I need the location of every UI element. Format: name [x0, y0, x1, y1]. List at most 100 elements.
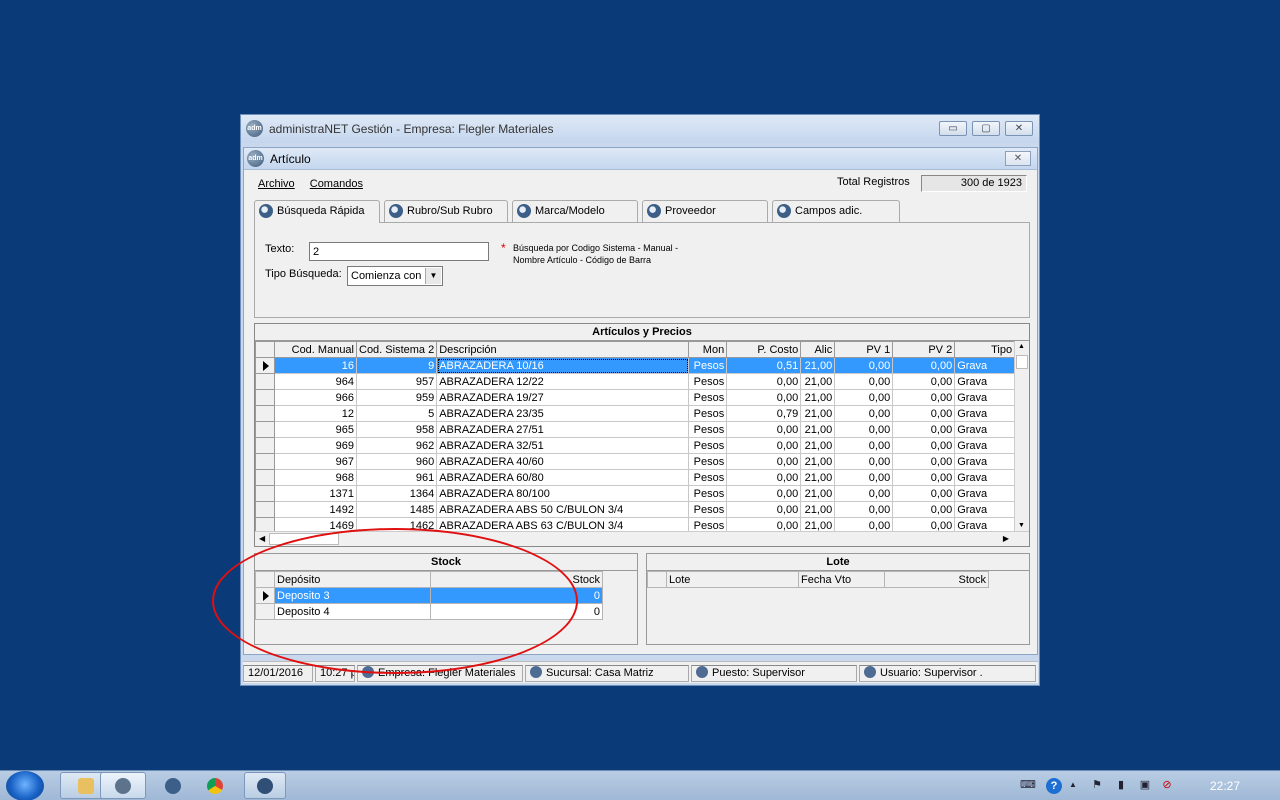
descripcion-cell[interactable]: ABRAZADERA 10/16	[436, 357, 690, 374]
minimize-button[interactable]: ▭	[939, 121, 967, 136]
power-icon[interactable]: ▣	[1138, 778, 1152, 792]
pv2-cell[interactable]: 0,00	[892, 469, 956, 486]
stock-cell[interactable]: 0	[430, 587, 603, 604]
col-lote-stock[interactable]: Stock	[884, 571, 989, 588]
pv2-cell[interactable]: 0,00	[892, 501, 956, 518]
chevron-down-icon[interactable]: ▼	[425, 268, 441, 284]
tipo-iva-cell[interactable]: Grava	[954, 373, 1022, 390]
mon-cell[interactable]: Pesos	[688, 405, 728, 422]
scroll-thumb[interactable]	[269, 533, 339, 545]
cod-manual-cell[interactable]: 969	[274, 437, 357, 454]
cod-manual-cell[interactable]: 965	[274, 421, 357, 438]
p-costo-cell[interactable]: 0,00	[726, 437, 802, 454]
col-pv2[interactable]: PV 2	[892, 341, 956, 358]
mon-cell[interactable]: Pesos	[688, 469, 728, 486]
mon-cell[interactable]: Pesos	[688, 357, 728, 374]
cod-sistema-cell[interactable]: 1364	[355, 485, 438, 502]
pv1-cell[interactable]: 0,00	[834, 453, 894, 470]
cod-manual-cell[interactable]: 966	[274, 389, 357, 406]
descripcion-cell[interactable]: ABRAZADERA 19/27	[436, 389, 690, 406]
taskbar-chrome[interactable]	[192, 772, 238, 799]
pv1-cell[interactable]: 0,00	[834, 373, 894, 390]
tab-marca-modelo[interactable]: Marca/Modelo	[512, 200, 638, 222]
cod-sistema-cell[interactable]: 5	[355, 405, 438, 422]
table-row[interactable]: 966 959 ABRAZADERA 19/27 Pesos 0,00 21,00 0,00…	[255, 389, 1022, 406]
table-row[interactable]: 16 9 ABRAZADERA 10/16 Pesos 0,51 21,00 0,00 0,0…	[255, 357, 1022, 374]
p-costo-cell[interactable]: 0,00	[726, 469, 802, 486]
p-costo-cell[interactable]: 0,00	[726, 389, 802, 406]
p-costo-cell[interactable]: 0,00	[726, 485, 802, 502]
alic-cell[interactable]: 21,00	[800, 437, 836, 454]
alic-cell[interactable]: 21,00	[800, 453, 836, 470]
cod-sistema-cell[interactable]: 9	[355, 357, 438, 374]
cod-manual-cell[interactable]: 964	[274, 373, 357, 390]
cod-manual-cell[interactable]: 16	[274, 357, 357, 374]
stock-row[interactable]: Deposito 3 0	[255, 587, 603, 604]
cod-manual-cell[interactable]: 967	[274, 453, 357, 470]
help-icon[interactable]: ?	[1046, 778, 1062, 794]
descripcion-cell[interactable]: ABRAZADERA ABS 50 C/BULON 3/4	[436, 501, 690, 518]
cod-manual-cell[interactable]: 12	[274, 405, 357, 422]
table-row[interactable]: 968 961 ABRAZADERA 60/80 Pesos 0,00 21,00 0,00…	[255, 469, 1022, 486]
grid-horizontal-scrollbar[interactable]: ◀ ▶	[255, 531, 1029, 546]
table-row[interactable]: 1371 1364 ABRAZADERA 80/100 Pesos 0,00 21,00 0…	[255, 485, 1022, 502]
col-fecha-vto[interactable]: Fecha Vto	[798, 571, 885, 588]
stock-cell[interactable]: 0	[430, 603, 603, 620]
col-pv1[interactable]: PV 1	[834, 341, 894, 358]
alic-cell[interactable]: 21,00	[800, 389, 836, 406]
col-cod-manual[interactable]: Cod. Manual	[274, 341, 357, 358]
pv1-cell[interactable]: 0,00	[834, 421, 894, 438]
keyboard-icon[interactable]: ⌨	[1020, 778, 1036, 792]
clock[interactable]: 22:27	[1210, 779, 1240, 793]
cod-sistema-cell[interactable]: 961	[355, 469, 438, 486]
pv1-cell[interactable]: 0,00	[834, 501, 894, 518]
mon-cell[interactable]: Pesos	[688, 437, 728, 454]
table-row[interactable]: 1492 1485 ABRAZADERA ABS 50 C/BULON 3/4 Pes…	[255, 501, 1022, 518]
pv2-cell[interactable]: 0,00	[892, 453, 956, 470]
scroll-up-icon[interactable]: ▲	[1018, 343, 1025, 350]
table-row[interactable]: 12 5 ABRAZADERA 23/35 Pesos 0,79 21,00 0,00 0,0…	[255, 405, 1022, 422]
pv2-cell[interactable]: 0,00	[892, 357, 956, 374]
tipo-iva-cell[interactable]: Grava	[954, 421, 1022, 438]
pv1-cell[interactable]: 0,00	[834, 405, 894, 422]
mon-cell[interactable]: Pesos	[688, 389, 728, 406]
table-row[interactable]: 965 958 ABRAZADERA 27/51 Pesos 0,00 21,00 0,00…	[255, 421, 1022, 438]
col-descripcion[interactable]: Descripción	[436, 341, 690, 358]
p-costo-cell[interactable]: 0,00	[726, 501, 802, 518]
mon-cell[interactable]: Pesos	[688, 453, 728, 470]
col-lote[interactable]: Lote	[666, 571, 799, 588]
taskbar-administranet[interactable]	[100, 772, 146, 799]
cod-sistema-cell[interactable]: 958	[355, 421, 438, 438]
cod-manual-cell[interactable]: 1371	[274, 485, 357, 502]
col-alic[interactable]: Alic	[800, 341, 836, 358]
tipo-iva-cell[interactable]: Grava	[954, 469, 1022, 486]
p-costo-cell[interactable]: 0,79	[726, 405, 802, 422]
pv1-cell[interactable]: 0,00	[834, 469, 894, 486]
scroll-down-icon[interactable]: ▼	[1018, 522, 1025, 529]
mon-cell[interactable]: Pesos	[688, 373, 728, 390]
col-mon[interactable]: Mon	[688, 341, 728, 358]
pv2-cell[interactable]: 0,00	[892, 405, 956, 422]
cod-sistema-cell[interactable]: 957	[355, 373, 438, 390]
pv1-cell[interactable]: 0,00	[834, 485, 894, 502]
col-deposito[interactable]: Depósito	[274, 571, 431, 588]
network-icon[interactable]: ▮	[1114, 778, 1128, 792]
pv1-cell[interactable]: 0,00	[834, 357, 894, 374]
tipo-iva-cell[interactable]: Grava	[954, 453, 1022, 470]
alic-cell[interactable]: 21,00	[800, 421, 836, 438]
tab-proveedor[interactable]: Proveedor	[642, 200, 768, 222]
form-title-bar[interactable]: adm Artículo ✕	[244, 148, 1037, 170]
pv2-cell[interactable]: 0,00	[892, 437, 956, 454]
alic-cell[interactable]: 21,00	[800, 501, 836, 518]
cod-sistema-cell[interactable]: 1485	[355, 501, 438, 518]
p-costo-cell[interactable]: 0,00	[726, 421, 802, 438]
alic-cell[interactable]: 21,00	[800, 469, 836, 486]
tray-expand-icon[interactable]: ▲	[1066, 778, 1080, 792]
scroll-right-icon[interactable]: ▶	[1003, 534, 1009, 543]
grid-vertical-scrollbar[interactable]: ▲ ▼	[1014, 341, 1029, 531]
pv2-cell[interactable]: 0,00	[892, 389, 956, 406]
menu-archivo[interactable]: Archivo	[258, 178, 295, 190]
scroll-thumb[interactable]	[1016, 355, 1028, 369]
pv2-cell[interactable]: 0,00	[892, 373, 956, 390]
deposito-cell[interactable]: Deposito 4	[274, 603, 431, 620]
